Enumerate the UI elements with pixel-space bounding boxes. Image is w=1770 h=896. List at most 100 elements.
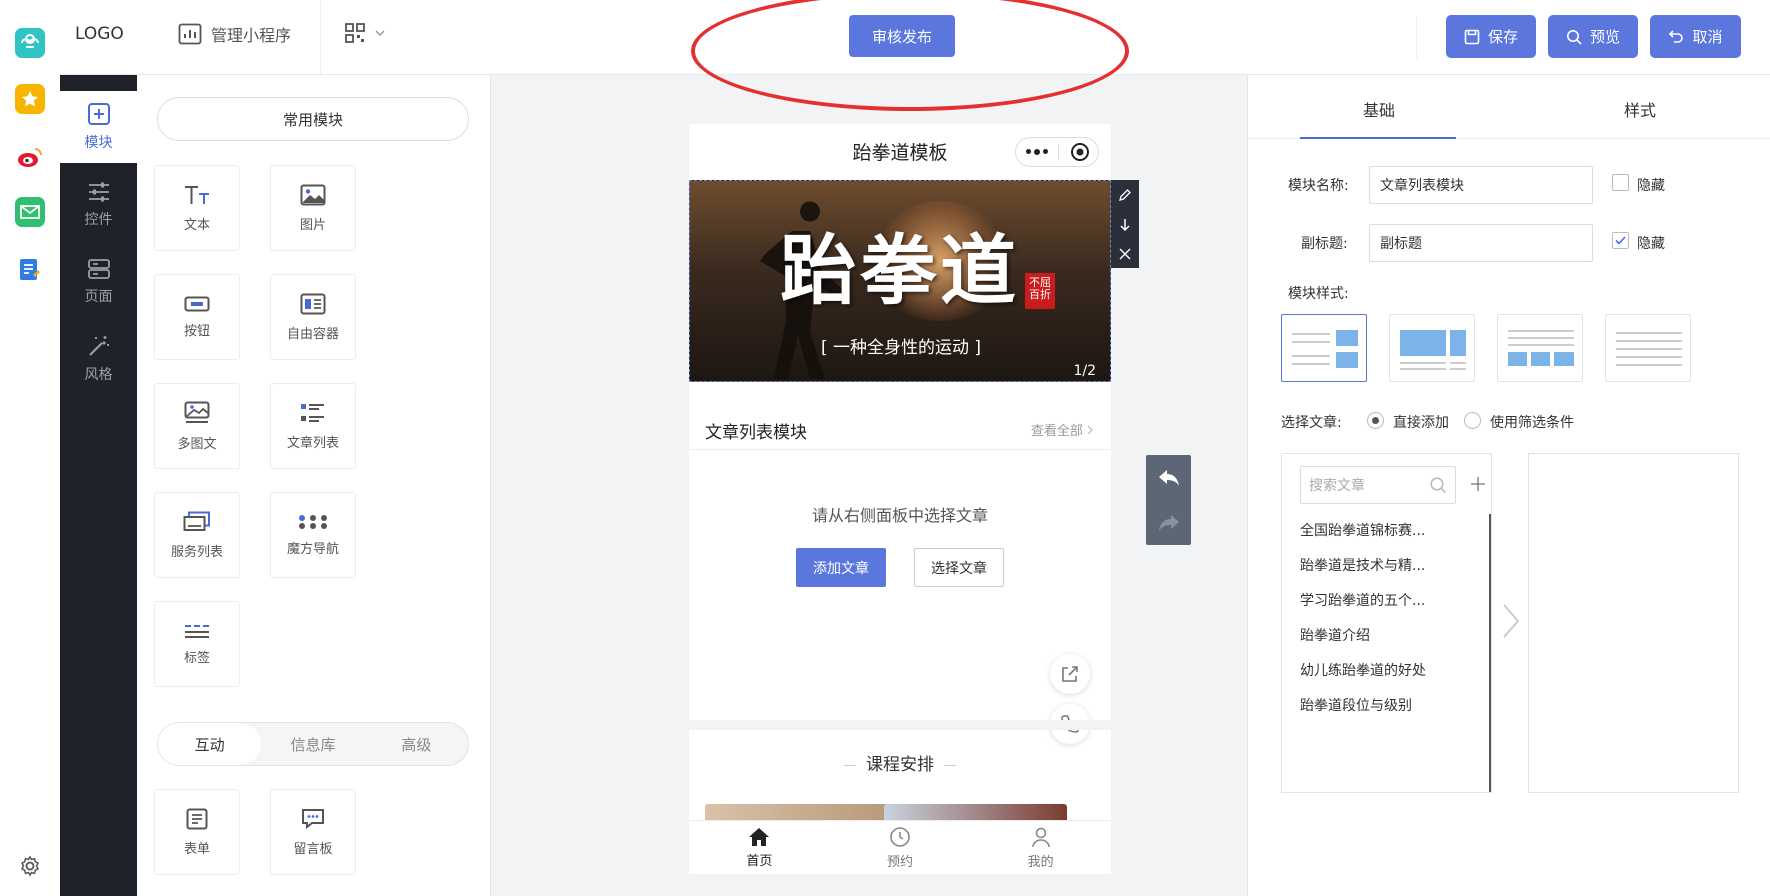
tabbar-booking-label: 预约: [887, 854, 914, 870]
widget-multi-image-text-label: 多图文: [177, 436, 217, 452]
qr-code-dropdown[interactable]: [345, 23, 385, 43]
tab-interaction[interactable]: 互动: [158, 723, 262, 765]
select-article-hint: 请从右侧面板中选择文章: [811, 506, 988, 525]
tabbar-mine-label: 我的: [1027, 854, 1054, 870]
star-app-icon[interactable]: [15, 84, 45, 114]
module-panel: 常用模块 文本 图片 按钮 自由容器 多图文 文章列表 服务列表 魔方导航 标签…: [137, 75, 491, 896]
redo-arrow-icon: [1158, 514, 1179, 531]
widget-message-board[interactable]: 留言板: [270, 789, 356, 875]
style-option-4[interactable]: [1605, 314, 1691, 382]
tab-basic[interactable]: 基础: [1363, 97, 1395, 121]
nav-style[interactable]: 风格: [60, 323, 137, 395]
move-down-icon[interactable]: [1119, 218, 1131, 232]
search-icon: [1566, 29, 1582, 45]
annotation-circle: [691, 0, 1129, 111]
add-article-button[interactable]: 添加文章: [796, 548, 886, 587]
save-button[interactable]: 保存: [1446, 15, 1536, 58]
mail-icon[interactable]: [15, 197, 45, 227]
widget-tag[interactable]: 标签: [154, 601, 240, 687]
module-name-input[interactable]: [1369, 166, 1593, 204]
course-thumbnail[interactable]: [705, 804, 888, 820]
widget-article-list-label: 文章列表: [286, 435, 339, 451]
preview-button[interactable]: 预览: [1548, 15, 1638, 58]
list-item[interactable]: 跆拳道是技术与精...: [1300, 555, 1425, 575]
check-icon: [1615, 236, 1626, 245]
style-option-2[interactable]: [1389, 314, 1475, 382]
widget-form[interactable]: 表单: [154, 789, 240, 875]
more-icon: [1016, 149, 1058, 155]
search-icon: [1430, 477, 1447, 494]
style-option-3[interactable]: [1497, 314, 1583, 382]
share-button[interactable]: [1050, 654, 1090, 694]
add-icon[interactable]: [1470, 476, 1486, 492]
style-option-1[interactable]: [1281, 314, 1367, 382]
banner-carousel[interactable]: 跆拳道 不屈百折 [ 一种全身性的运动 ] 1/2: [689, 180, 1111, 382]
manage-miniprogram-link[interactable]: 管理小程序: [178, 22, 291, 46]
properties-panel: 基础 样式 模块名称: 隐藏 副标题: 隐藏 模块样式: 选择文章: 直接添加 …: [1247, 75, 1770, 896]
widget-button[interactable]: 按钮: [154, 274, 240, 360]
nav-modules[interactable]: 模块: [60, 91, 137, 163]
widget-image-label: 图片: [299, 217, 326, 233]
weibo-icon[interactable]: [15, 142, 45, 172]
hide-subtitle-checkbox[interactable]: [1612, 232, 1629, 249]
tab-info-library[interactable]: 信息库: [261, 723, 364, 765]
widget-text-label: 文本: [183, 217, 210, 233]
undo-arrow-icon: [1158, 469, 1179, 486]
undo-button[interactable]: [1146, 455, 1191, 500]
save-icon: [1464, 29, 1480, 44]
widget-article-list[interactable]: 文章列表: [270, 383, 356, 469]
widget-message-board-label: 留言板: [293, 841, 333, 857]
list-item[interactable]: 幼儿练跆拳道的好处: [1300, 660, 1426, 680]
widget-magic-nav-label: 魔方导航: [286, 541, 339, 557]
hide-name-label: 隐藏: [1637, 178, 1665, 194]
transfer-right-icon[interactable]: [1502, 603, 1520, 639]
direct-add-radio[interactable]: [1367, 412, 1384, 429]
tabbar-booking[interactable]: 预约: [830, 821, 971, 874]
edit-icon[interactable]: [1118, 188, 1132, 202]
chat-icon: [302, 808, 324, 829]
close-icon[interactable]: [1119, 248, 1131, 260]
widget-service-list[interactable]: 服务列表: [154, 492, 240, 578]
list-item[interactable]: 跆拳道介绍: [1300, 625, 1370, 645]
list-item[interactable]: 学习跆拳道的五个...: [1300, 590, 1425, 610]
cancel-button[interactable]: 取消: [1650, 15, 1741, 58]
tab-style[interactable]: 样式: [1624, 97, 1656, 121]
use-filter-radio[interactable]: [1464, 412, 1481, 429]
redo-button[interactable]: [1146, 500, 1191, 545]
article-search-input[interactable]: 搜索文章: [1300, 466, 1456, 504]
course-thumbnail[interactable]: [884, 804, 1067, 820]
article-source-list: 搜索文章 全国跆拳道锦标赛... 跆拳道是技术与精... 学习跆拳道的五个...…: [1281, 453, 1492, 793]
widget-image[interactable]: 图片: [270, 165, 356, 251]
phone-preview: 跆拳道模板 跆拳道 不屈百折 [ 一种全身性的运动 ] 1/2 文章列表模块 查…: [689, 124, 1111, 874]
tabbar-mine[interactable]: 我的: [970, 821, 1111, 874]
list-item[interactable]: 全国跆拳道锦标赛...: [1300, 520, 1425, 540]
divider: [320, 0, 321, 75]
pages-icon: [87, 259, 110, 279]
widget-free-container-label: 自由容器: [286, 326, 339, 342]
hide-name-checkbox[interactable]: [1612, 174, 1629, 191]
gear-icon[interactable]: [18, 854, 42, 878]
widget-free-container[interactable]: 自由容器: [270, 274, 356, 360]
clock-icon: [890, 826, 910, 847]
choose-article-button[interactable]: 选择文章: [914, 548, 1004, 587]
widget-magic-nav[interactable]: 魔方导航: [270, 492, 356, 578]
document-icon[interactable]: [15, 255, 45, 285]
banner-seal: 不屈百折: [1025, 273, 1055, 309]
tabbar-home[interactable]: 首页: [689, 821, 830, 874]
subtitle-input[interactable]: [1369, 224, 1593, 262]
sliders-icon: [88, 182, 109, 202]
view-all-link[interactable]: 查看全部: [1031, 420, 1093, 439]
history-controls: [1146, 455, 1191, 545]
app-logo-icon[interactable]: [15, 28, 45, 58]
common-modules-tab[interactable]: 常用模块: [157, 97, 469, 141]
form-icon: [186, 808, 208, 829]
tab-advanced[interactable]: 高级: [365, 723, 468, 765]
miniprogram-capsule[interactable]: [1015, 137, 1099, 167]
widget-multi-image-text[interactable]: 多图文: [154, 383, 240, 469]
nav-controls[interactable]: 控件: [60, 169, 137, 241]
nav-pages[interactable]: 页面: [60, 246, 137, 318]
scrollbar[interactable]: [1489, 514, 1491, 792]
list-item[interactable]: 跆拳道段位与级别: [1300, 695, 1412, 715]
widget-text[interactable]: 文本: [154, 165, 240, 251]
choose-article-label: 选择文章:: [1281, 415, 1342, 431]
